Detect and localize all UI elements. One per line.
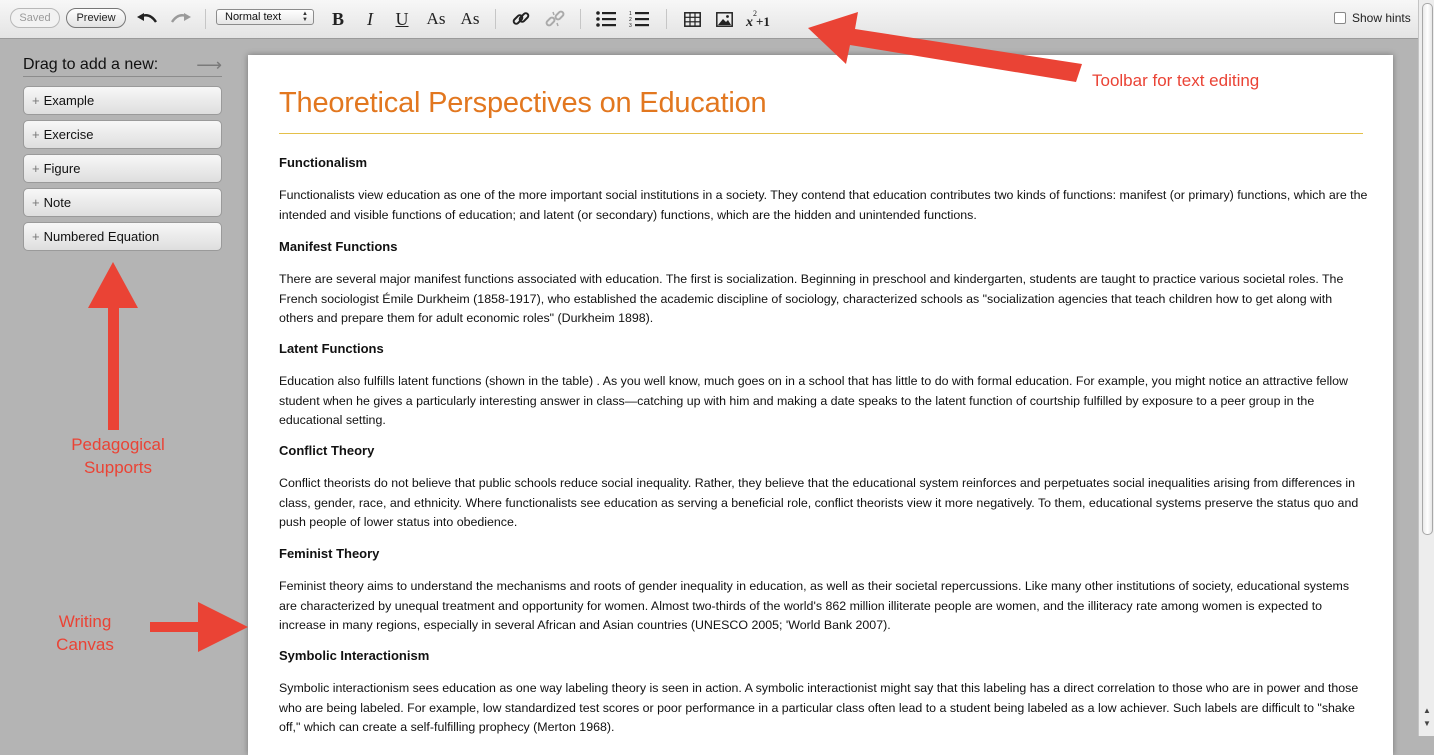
- pedagogical-annotation-line2: Supports: [83, 458, 153, 477]
- toolbar-arrow-icon: [808, 12, 1082, 82]
- pedagogical-annotation-label: Pedagogical Supports: [48, 433, 188, 479]
- canvas-arrow-icon: [150, 602, 248, 652]
- pedagogical-annotation-line1: Pedagogical: [71, 435, 165, 454]
- canvas-annotation-line1: Writing: [58, 612, 112, 631]
- annotation-arrows: [88, 12, 1082, 652]
- canvas-annotation-line2: Canvas: [56, 635, 114, 654]
- toolbar-annotation-label: Toolbar for text editing: [1092, 71, 1260, 90]
- sidebar-arrow-icon: [88, 262, 138, 430]
- canvas-annotation-label: Writing Canvas: [30, 610, 140, 656]
